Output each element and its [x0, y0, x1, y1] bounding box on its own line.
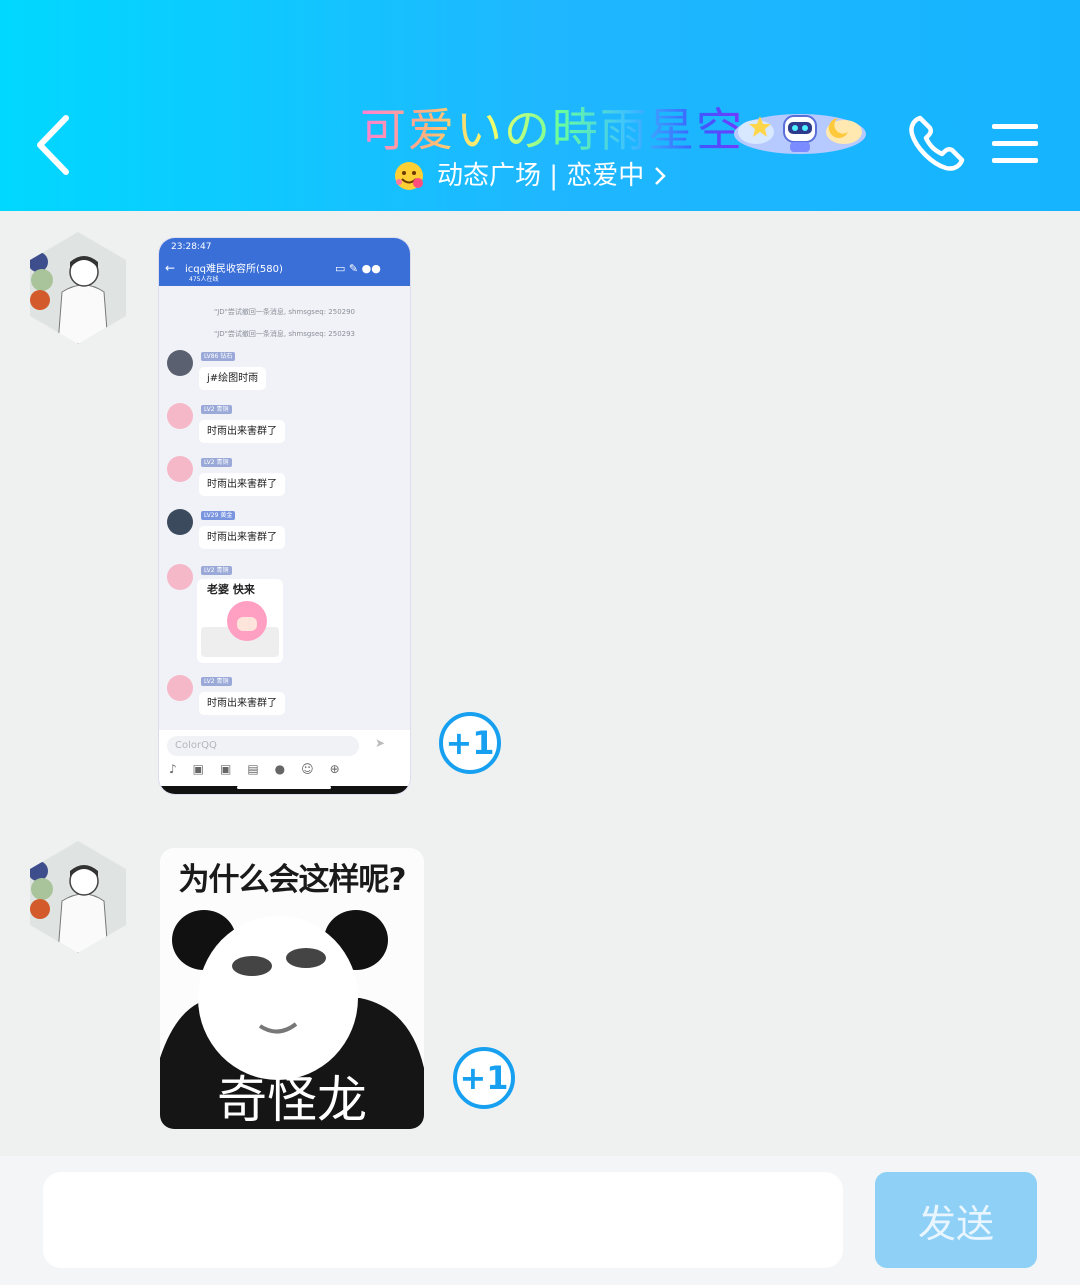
- sticker-text: 老婆 快来: [207, 583, 255, 596]
- screenshot-group-bar: ← icqq难民收容所(580) 475人在线 ▭ ✎ ●●: [159, 256, 410, 286]
- back-arrow-icon[interactable]: [30, 110, 80, 180]
- screenshot-sticker: 老婆 快来: [197, 579, 283, 663]
- screenshot-send-icon: ➤: [375, 736, 386, 750]
- screenshot-input-placeholder: ColorQQ: [167, 736, 359, 756]
- screenshot-level-tag: LV2 青铜: [201, 566, 232, 575]
- screenshot-bubble: j#绘图时雨: [199, 367, 267, 390]
- chat-title[interactable]: 可爱いの時雨星空: [360, 100, 744, 160]
- screenshot-status-bar: 23:28:47: [159, 238, 410, 256]
- status-text: 动态广场 | 恋爱中: [437, 161, 645, 191]
- screenshot-input-area: ColorQQ ➤ ♪▣▣▤●☺⊕: [159, 730, 410, 794]
- chevron-right-icon: [655, 167, 667, 185]
- screenshot-avatar: [167, 350, 193, 376]
- screenshot-group-name: icqq难民收容所(580): [185, 264, 283, 275]
- smile-emoji-icon: [395, 162, 423, 190]
- screenshot-back-icon: ←: [165, 261, 176, 275]
- avatar[interactable]: [28, 232, 128, 344]
- screenshot-level-tag: LV2 青铜: [201, 458, 232, 467]
- screenshot-level-tag: LV86 钻石: [201, 352, 236, 361]
- screenshot-online: 475人在线: [189, 276, 219, 283]
- plus-one-button[interactable]: +1: [439, 712, 501, 774]
- screenshot-system-line: "JD"尝试撤回一条消息, shmsgseq: 250293: [213, 330, 356, 338]
- screenshot-bubble: 时雨出来害群了: [199, 692, 285, 715]
- phone-icon[interactable]: [906, 112, 968, 174]
- screenshot-bubble: 时雨出来害群了: [199, 420, 285, 443]
- panda-meme-image[interactable]: 为什么会这样呢? 奇怪龙: [160, 848, 424, 1129]
- screenshot-bubble: 时雨出来害群了: [199, 473, 285, 496]
- screenshot-avatar: [167, 456, 193, 482]
- screenshot-avatar: [167, 564, 193, 590]
- menu-icon[interactable]: [990, 122, 1040, 166]
- screenshot-system-line: "JD"尝试撤回一条消息, shmsgseq: 250290: [213, 308, 356, 316]
- chat-header: 可爱いの時雨星空 动态广场 | 恋爱中: [0, 0, 1080, 211]
- screenshot-time: 23:28:47: [171, 242, 212, 252]
- message-input[interactable]: [43, 1172, 843, 1268]
- avatar[interactable]: [28, 841, 128, 953]
- status-line[interactable]: 动态广场 | 恋爱中: [393, 158, 668, 194]
- robot-badge-icon[interactable]: [732, 106, 868, 158]
- screenshot-level-tag: LV29 黄金: [201, 511, 236, 520]
- chat-screenshot-image[interactable]: 23:28:47 ← icqq难民收容所(580) 475人在线 ▭ ✎ ●● …: [159, 238, 410, 794]
- plus-one-button[interactable]: +1: [453, 1047, 515, 1109]
- screenshot-level-tag: LV2 青铜: [201, 405, 232, 414]
- screenshot-avatar: [167, 509, 193, 535]
- screenshot-bubble: 时雨出来害群了: [199, 526, 285, 549]
- meme-top-text: 为什么会这样呢?: [178, 862, 407, 898]
- send-button[interactable]: 发送: [875, 1172, 1037, 1268]
- screenshot-avatar: [167, 403, 193, 429]
- screenshot-level-tag: LV2 青铜: [201, 677, 232, 686]
- screenshot-toolbar-icons: ♪▣▣▤●☺⊕: [169, 762, 356, 776]
- screenshot-avatar: [167, 675, 193, 701]
- screenshot-toolbar-icons: ▭ ✎ ●●: [335, 262, 381, 275]
- meme-bottom-text: 奇怪龙: [217, 1071, 367, 1129]
